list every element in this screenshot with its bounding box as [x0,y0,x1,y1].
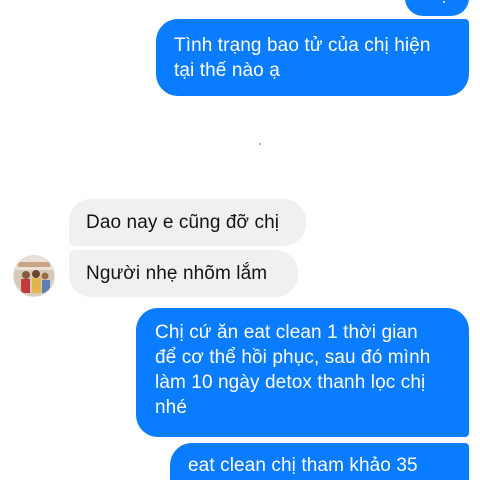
contact-avatar[interactable] [14,256,54,296]
message-text: Người nhẹ nhõm lắm [86,263,268,284]
message-line: Chị cứ ăn eat clean 1 thời gian [155,322,418,343]
message-text: eat clean chị tham khảo 35 [188,455,418,476]
message-text: Dao nay e cũng đỡ chị [86,212,280,233]
message-line: tại thế nào ạ [174,60,280,81]
message-line: nhé [155,397,188,418]
outgoing-message[interactable]: eat clean chị tham khảo 35 [170,443,469,480]
message-text: Dạ [425,0,469,8]
message-line: Tình trạng bao tử của chị hiện [174,35,431,56]
message-line: để cơ thể hồi phục, sau đó mình [155,347,431,368]
incoming-message[interactable]: Dao nay e cũng đỡ chị [69,199,306,246]
incoming-message[interactable]: Người nhẹ nhõm lắm [69,250,298,297]
chat-thread: Dạ Tình trạng bao tử của chị hiện tại th… [0,0,480,480]
outgoing-message[interactable]: Tình trạng bao tử của chị hiện tại thế n… [156,19,469,96]
outgoing-message[interactable]: Dạ [405,0,469,16]
profile-photo-icon [14,256,54,296]
outgoing-message[interactable]: Chị cứ ăn eat clean 1 thời gian để cơ th… [136,308,469,437]
message-line: làm 10 ngày detox thanh lọc chị [155,372,426,393]
divider-dot [259,143,261,145]
